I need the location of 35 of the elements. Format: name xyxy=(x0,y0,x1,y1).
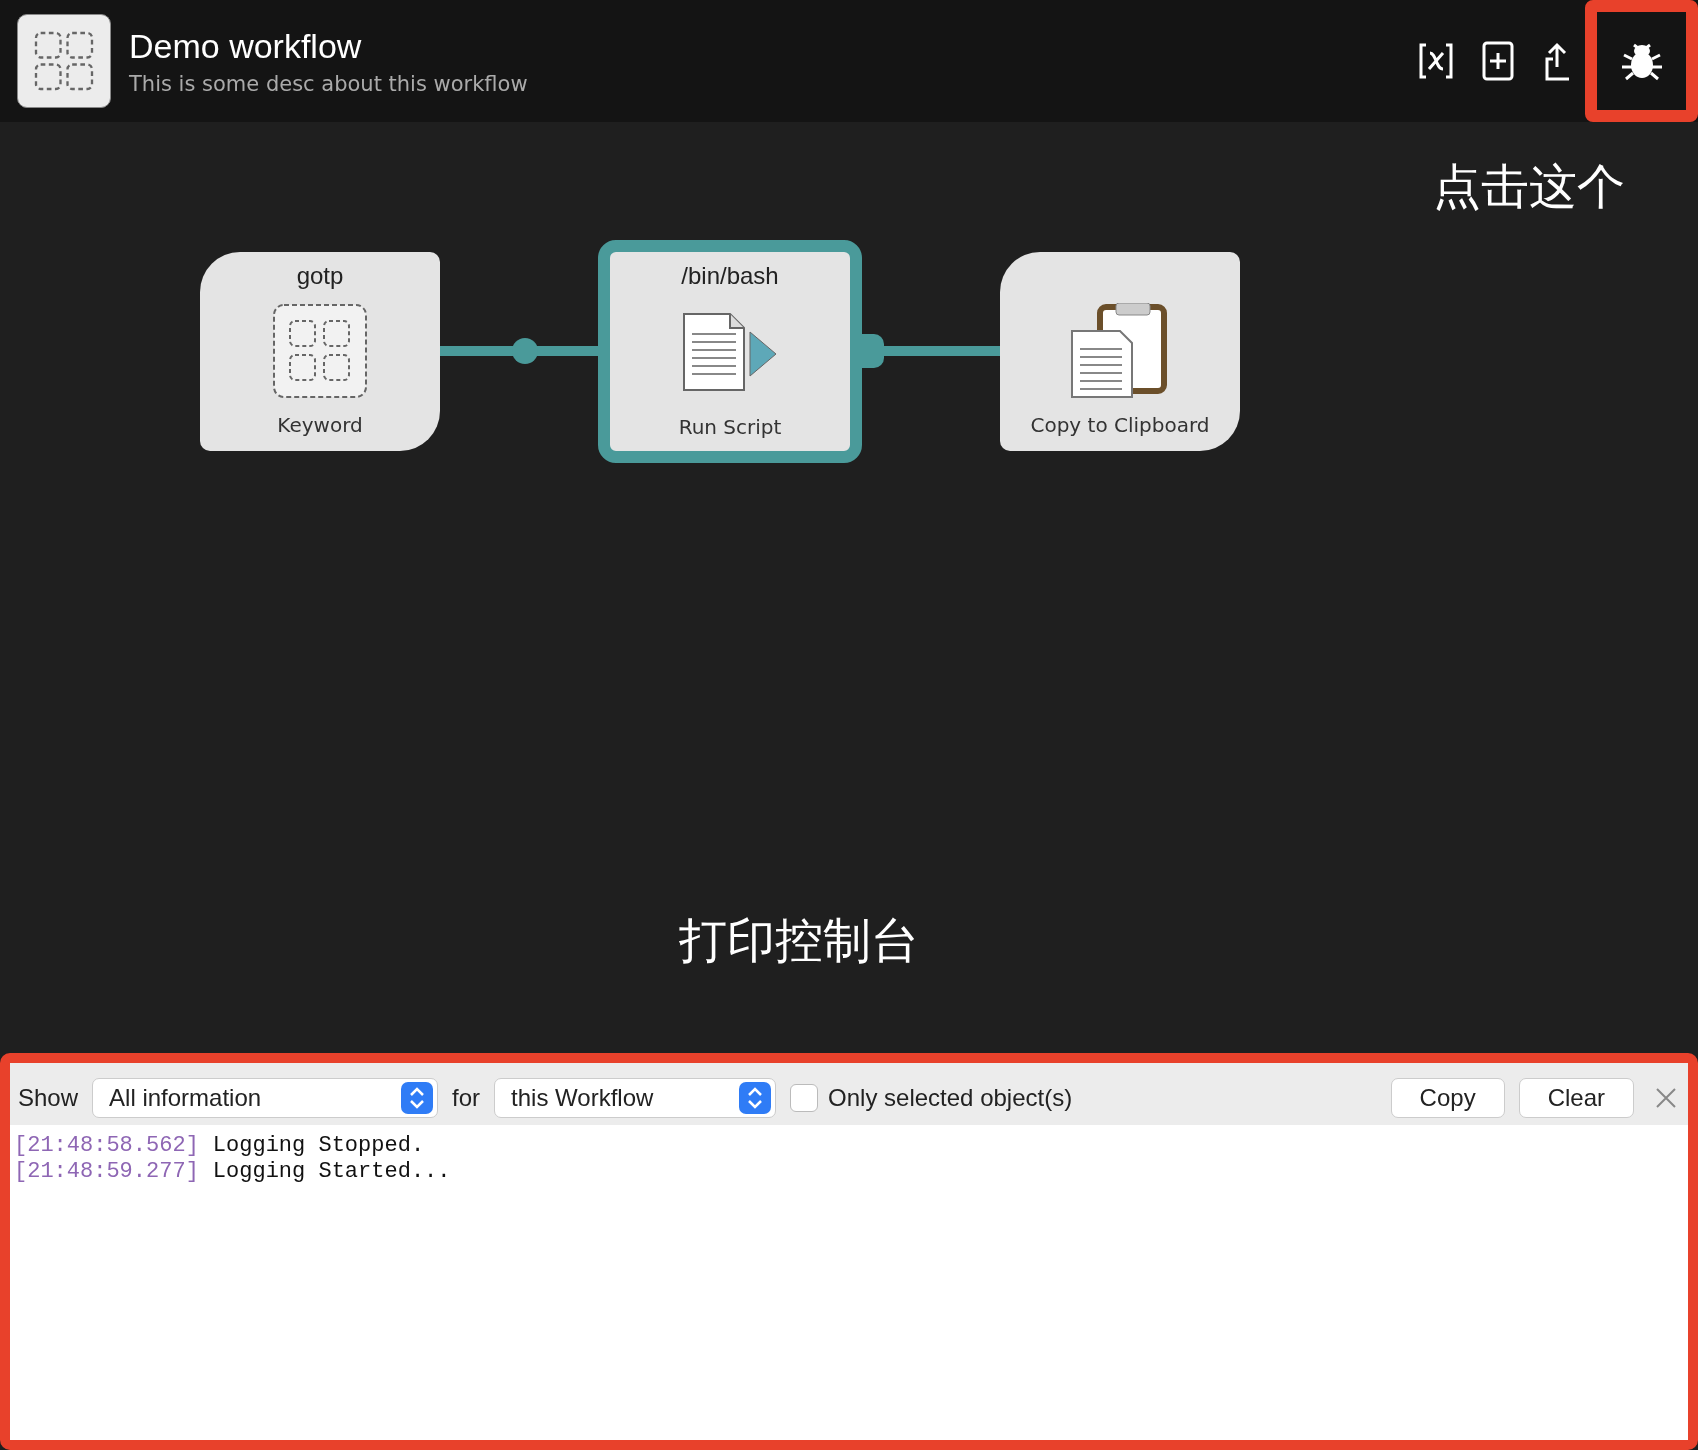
show-label: Show xyxy=(18,1084,79,1112)
stepper-icon xyxy=(401,1082,434,1114)
log-message: Logging Stopped. xyxy=(212,1133,425,1159)
callout-text: 点击这个 xyxy=(1433,160,1625,213)
toolbar-button[interactable] xyxy=(1585,0,1698,122)
log-message: Logging Started... xyxy=(212,1159,451,1185)
close-icon[interactable] xyxy=(1654,1086,1678,1110)
log-timestamp: [21:48:59.277] xyxy=(14,1159,199,1185)
node-title: gotp xyxy=(296,261,344,290)
script-document-icon xyxy=(682,312,778,393)
share-icon xyxy=(1545,41,1569,81)
workflow-node[interactable]: Copy to Clipboard xyxy=(1000,251,1240,451)
checkbox[interactable] xyxy=(790,1084,819,1112)
workflow-node[interactable]: /bin/bash Run Script xyxy=(598,239,862,463)
callout-text: 打印控制台 xyxy=(679,911,919,970)
clipboard-icon xyxy=(1070,303,1170,400)
connector-handle[interactable] xyxy=(862,334,884,369)
node-label: Copy to Clipboard xyxy=(1030,412,1210,437)
add-document-icon xyxy=(1482,41,1514,81)
for-label: for xyxy=(452,1084,481,1112)
workflow-title: Demo workflow xyxy=(129,26,363,66)
bug-icon xyxy=(1619,41,1664,81)
node-title: /bin/bash xyxy=(681,261,779,290)
workflow-node[interactable]: gotp Keyword xyxy=(200,251,440,451)
checkbox-label: Only selected object(s) xyxy=(828,1084,1073,1112)
console-button[interactable]: Clear xyxy=(1518,1078,1634,1118)
filter-dropdown[interactable]: All information xyxy=(92,1078,439,1118)
node-label: Keyword xyxy=(277,412,363,437)
scope-dropdown[interactable]: this Workflow xyxy=(494,1078,777,1118)
log-timestamp: [21:48:58.562] xyxy=(14,1133,199,1159)
workflow-description: This is some desc about this workflow xyxy=(129,71,529,96)
node-label: Run Script xyxy=(678,414,782,439)
stepper-icon xyxy=(739,1082,772,1114)
console-button[interactable]: Copy xyxy=(1390,1078,1505,1118)
keyword-grid-icon xyxy=(272,303,368,400)
